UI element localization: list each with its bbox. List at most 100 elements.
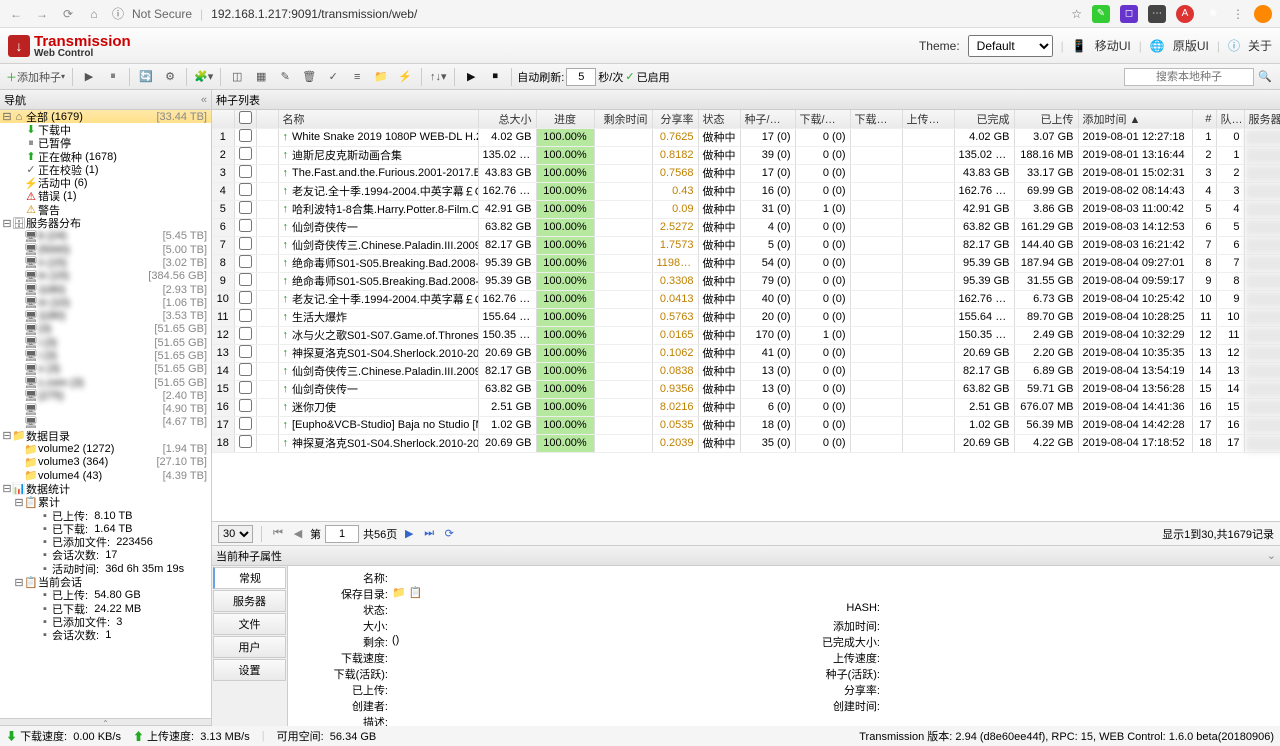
star-icon[interactable]: ☆ (1071, 7, 1082, 21)
col-size[interactable]: 总大小 (478, 110, 536, 128)
server-item[interactable]: 🖥1180)[2.93 TB] (0, 283, 211, 296)
table-row[interactable]: 18↑神探夏洛克S01-S04.Sherlock.2010-2017.1080p… (212, 434, 1280, 452)
row-checkbox[interactable] (239, 129, 252, 142)
row-checkbox[interactable] (239, 435, 252, 448)
row-checkbox[interactable] (239, 273, 252, 286)
prev-page-icon[interactable]: ◀ (290, 527, 306, 540)
speed-up-icon[interactable]: ↑↓▾ (427, 67, 449, 87)
torrent-grid[interactable]: 名称 总大小 进度 剩余时间 分享率 状态 种子/活跃 下载/活跃 下载速度 上… (212, 110, 1280, 522)
select-all-checkbox[interactable] (239, 111, 252, 124)
menu-icon[interactable]: ⋮ (1232, 7, 1244, 21)
nav-error[interactable]: ⚠错误 (1) (0, 190, 211, 203)
t3-icon[interactable]: ✎ (274, 67, 296, 87)
verify-icon[interactable]: ✓ (322, 67, 344, 87)
delete-icon[interactable]: 🗑 (298, 67, 320, 87)
mobile-ui-link[interactable]: 移动UI (1095, 37, 1131, 54)
server-item[interactable]: 🖥n (15)[3.02 TB] (0, 256, 211, 269)
row-checkbox[interactable] (239, 417, 252, 430)
ext-icon-2[interactable]: ◻ (1120, 5, 1138, 23)
ext-icon-1[interactable]: ✎ (1092, 5, 1110, 23)
copy-icon[interactable]: 📋 (409, 586, 423, 602)
col-uploaded[interactable]: 已上传 (1014, 110, 1078, 128)
stop-all-icon[interactable]: ⏹ (484, 67, 506, 87)
row-checkbox[interactable] (239, 201, 252, 214)
table-row[interactable]: 6↑仙剑奇侠传一63.82 GB100.00%2.5272做种中4 (0)0 (… (212, 218, 1280, 236)
row-checkbox[interactable] (239, 219, 252, 232)
home-icon[interactable]: ⌂ (86, 7, 102, 21)
table-row[interactable]: 2↑迪斯尼皮克斯动画合集135.02 GB100.00%0.8182做种中39 … (212, 146, 1280, 164)
server-item[interactable]: 🖥 (5000)[5.00 TB] (0, 243, 211, 256)
table-row[interactable]: 10↑老友记.全十季.1994-2004.中英字幕￡CMCT蝴蝶春夕162.76… (212, 290, 1280, 308)
refresh-icon[interactable]: 🔄 (135, 67, 157, 87)
nav-stats[interactable]: ⊟📊数据统计 (0, 482, 211, 495)
nav-all[interactable]: ⊟⌂全部 (1679)[33.44 TB] (0, 110, 211, 123)
row-checkbox[interactable] (239, 255, 252, 268)
refresh-interval-input[interactable] (566, 68, 596, 86)
table-row[interactable]: 13↑神探夏洛克S01-S04.Sherlock.2010-2017.1080p… (212, 344, 1280, 362)
first-page-icon[interactable]: ⏮ (270, 527, 286, 540)
tab-general[interactable]: 常规 (213, 567, 286, 589)
table-row[interactable]: 15↑仙剑奇侠传一63.82 GB100.00%0.9356做种中13 (0)0… (212, 380, 1280, 398)
about-link[interactable]: 关于 (1248, 37, 1272, 54)
tab-users[interactable]: 用户 (213, 636, 286, 658)
col-ratio[interactable]: 分享率 (652, 110, 698, 128)
table-row[interactable]: 1↑White Snake 2019 1080P WEB-DL H.264 AA… (212, 128, 1280, 146)
back-icon[interactable]: ← (8, 7, 24, 21)
nav-active[interactable]: ⚡活动中 (6) (0, 176, 211, 189)
t8-icon[interactable]: ⚡ (394, 67, 416, 87)
puzzle-icon[interactable]: 🧩▾ (192, 67, 215, 87)
nav-collapse-handle[interactable]: ⌃ (0, 718, 211, 726)
table-row[interactable]: 7↑仙剑奇侠传三.Chinese.Paladin.III.2009.Comple… (212, 236, 1280, 254)
ext-icon-abp[interactable]: A (1176, 5, 1194, 23)
row-checkbox[interactable] (239, 183, 252, 196)
server-item[interactable]: 🖥c.com (3)[51.65 GB] (0, 376, 211, 389)
start-icon[interactable]: ▶ (78, 67, 100, 87)
collapse-nav-icon[interactable]: « (201, 94, 207, 106)
col-dlspeed[interactable]: 下载速度 (850, 110, 902, 128)
server-item[interactable]: 🖥(275)[2.40 TB] (0, 389, 211, 402)
col-peers[interactable]: 下载/活跃 (795, 110, 850, 128)
tab-settings[interactable]: 设置 (213, 659, 286, 681)
server-item[interactable]: 🖥 (3)[51.65 GB] (0, 323, 211, 336)
col-done[interactable]: 已完成 (954, 110, 1014, 128)
ext-icon-3[interactable]: ⋯ (1148, 5, 1166, 23)
server-item[interactable]: 🖥[4.90 TB] (0, 403, 211, 416)
url-text[interactable]: 192.168.1.217:9091/transmission/web/ (211, 7, 417, 21)
server-item[interactable]: 🖥1180)[3.53 TB] (0, 309, 211, 322)
table-row[interactable]: 5↑哈利波特1-8合集.Harry.Potter.8-Film.Collecti… (212, 200, 1280, 218)
col-remaining[interactable]: 剩余时间 (594, 110, 652, 128)
theme-select[interactable]: Default (968, 35, 1053, 57)
row-checkbox[interactable] (239, 327, 252, 340)
search-input[interactable] (1124, 68, 1254, 86)
nav-seeding[interactable]: ⬆正在做种 (1678) (0, 150, 211, 163)
col-status[interactable]: 状态 (698, 110, 740, 128)
nav-checking[interactable]: ✓正在校验 (1) (0, 163, 211, 176)
server-item[interactable]: 🖥b (24)[5.45 TB] (0, 230, 211, 243)
orig-ui-link[interactable]: 原版UI (1173, 37, 1209, 54)
reload-icon[interactable]: ⟳ (60, 7, 76, 21)
pause-icon[interactable]: ⏸ (102, 67, 124, 87)
table-row[interactable]: 17↑[Eupho&VCB-Studio] Baja no Studio [Ma… (212, 416, 1280, 434)
col-queue[interactable]: 队列 (1216, 110, 1244, 128)
server-item[interactable]: 🖥m (10)[1.06 TB] (0, 296, 211, 309)
row-checkbox[interactable] (239, 309, 252, 322)
col-server[interactable]: 服务器 (1244, 110, 1280, 128)
reload-page-icon[interactable]: ⟳ (441, 527, 457, 540)
t6-icon[interactable]: ≡ (346, 67, 368, 87)
row-checkbox[interactable] (239, 147, 252, 160)
search-icon[interactable]: 🔍 (1254, 67, 1276, 87)
row-checkbox[interactable] (239, 345, 252, 358)
ext-icon-5[interactable]: ❀ (1204, 5, 1222, 23)
server-item[interactable]: 🖥x (3)[51.65 GB] (0, 363, 211, 376)
col-idx[interactable]: # (1192, 110, 1216, 128)
nav-current[interactable]: ⊟📋当前会话 (0, 575, 211, 588)
nav-vol3[interactable]: 📁volume3 (364)[27.10 TB] (0, 456, 211, 469)
table-row[interactable]: 16↑迷你刀使2.51 GB100.00%8.0216做种中6 (0)0 (0)… (212, 398, 1280, 416)
nav-datadir[interactable]: ⊟📁数据目录 (0, 429, 211, 442)
col-seeds[interactable]: 种子/活跃 (740, 110, 795, 128)
row-checkbox[interactable] (239, 237, 252, 250)
add-seed-button[interactable]: ＋添加种子▾ (4, 67, 67, 87)
t2-icon[interactable]: ▦ (250, 67, 272, 87)
table-row[interactable]: 4↑老友记.全十季.1994-2004.中英字幕￡CMCT蝴蝶春夕162.76 … (212, 182, 1280, 200)
table-row[interactable]: 3↑The.Fast.and.the.Furious.2001-2017.Blu… (212, 164, 1280, 182)
